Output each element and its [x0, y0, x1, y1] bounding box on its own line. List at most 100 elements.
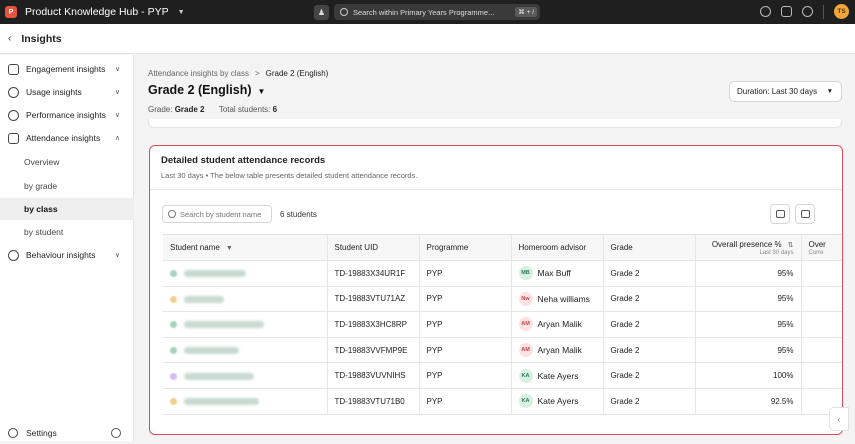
breadcrumb-parent[interactable]: Attendance insights by class	[148, 69, 249, 78]
advisor-cell: MB Max Buff	[510, 260, 603, 287]
column-header-overflow[interactable]: Over Curre	[800, 234, 842, 261]
students-label: Total students:	[218, 105, 271, 114]
info-icon	[8, 86, 19, 98]
app-switcher-chevron-icon[interactable]: ▼	[178, 9, 185, 16]
attendance-table: Student name ▼ Student UID Programme Home…	[163, 234, 842, 415]
student-search-input[interactable]	[180, 209, 266, 219]
advisor-name: Kate Ayers	[537, 396, 579, 407]
user-avatar[interactable]: TS	[834, 4, 849, 19]
chevron-down-icon: ∨	[114, 112, 120, 119]
column-header-programme[interactable]: Programme	[418, 234, 511, 261]
heart-icon	[8, 249, 19, 261]
duration-dropdown[interactable]: Duration: Last 30 days ▼	[729, 81, 842, 102]
column-header-student-uid[interactable]: Student UID	[326, 234, 419, 261]
student-name-cell[interactable]	[163, 260, 327, 287]
sidebar-item-performance[interactable]: Performance insights ∨	[0, 104, 134, 126]
chevron-up-icon: ∧	[114, 135, 120, 142]
header-sublabel: Curre	[808, 249, 824, 256]
programme-cell: PYP	[418, 311, 511, 338]
grade-cell: Grade 2	[602, 311, 695, 338]
advisor-avatar: KA	[518, 368, 533, 383]
bell-icon[interactable]	[802, 6, 813, 17]
table-row[interactable]: TD-19883VTU71B0 PYP KA Kate Ayers Grade 2 92.…	[163, 388, 842, 415]
table-row[interactable]: TD-19883X34UR1F PYP MB Max Buff Grade 2 95%	[163, 260, 842, 287]
insights-header: ‹ Insights	[0, 24, 855, 54]
back-chevron-icon[interactable]: ‹	[8, 33, 11, 44]
student-avatar	[170, 372, 177, 380]
columns-button[interactable]	[795, 204, 815, 224]
presence-cell: 100%	[694, 362, 801, 389]
header-sublabel: Last 30 days	[759, 249, 794, 256]
sidebar-item-attendance[interactable]: Attendance insights ∧	[0, 127, 134, 149]
sidebar-subitem-overview[interactable]: Overview	[0, 151, 134, 173]
table-row[interactable]: TD-19883VUVNIHS PYP KA Kate Ayers Grade 2 100…	[163, 362, 842, 389]
student-avatar	[170, 398, 177, 406]
header-label: Overall presence %	[711, 239, 782, 249]
student-search[interactable]	[162, 205, 272, 223]
sidebar-subitem-by-grade[interactable]: by grade	[0, 175, 134, 197]
student-name-redacted	[184, 295, 224, 303]
student-name-cell[interactable]	[163, 362, 327, 389]
overflow-cell	[800, 337, 842, 364]
column-header-homeroom-advisor[interactable]: Homeroom advisor	[510, 234, 603, 261]
app-title[interactable]: Product Knowledge Hub - PYP	[25, 6, 169, 18]
grade-cell: Grade 2	[602, 337, 695, 364]
grade-label: Grade:	[148, 105, 173, 114]
side-panel-toggle[interactable]: ‹	[829, 407, 849, 431]
table-header-row: Student name ▼ Student UID Programme Home…	[163, 234, 842, 261]
advisor-cell: Nw Neha williams	[510, 286, 603, 313]
student-name-redacted	[184, 346, 239, 354]
student-uid-cell: TD-19883X3HC8RP	[326, 311, 419, 338]
student-uid-cell: TD-19883VVFMP9E	[326, 337, 419, 364]
attendance-icon	[8, 132, 19, 144]
programme-cell: PYP	[418, 362, 511, 389]
sidebar-item-usage[interactable]: Usage insights ∨	[0, 81, 134, 103]
sidebar-subitem-by-class[interactable]: by class	[0, 198, 134, 220]
student-name-cell[interactable]	[163, 388, 327, 415]
table-row[interactable]: TD-19883X3HC8RP PYP AM Aryan Malik Grade 2 95…	[163, 311, 842, 338]
class-meta: Grade: Grade 2 Total students: 6	[148, 105, 277, 114]
search-icon	[340, 8, 348, 16]
global-search-input[interactable]: Search within Primary Years Programme...…	[334, 4, 540, 20]
table-row[interactable]: TD-19883VVFMP9E PYP AM Aryan Malik Grade 2 95…	[163, 337, 842, 364]
app-logo[interactable]: P	[5, 6, 17, 18]
advisor-name: Max Buff	[537, 268, 571, 279]
caret-down-icon: ▼	[826, 88, 833, 95]
sidebar-item-label: Engagement insights	[26, 64, 106, 74]
duration-value: Last 30 days	[771, 87, 818, 96]
calendar-icon[interactable]	[781, 6, 792, 17]
table-row[interactable]: TD-19883VTU71AZ PYP Nw Neha williams Grade 2…	[163, 286, 842, 313]
advisor-cell: AM Aryan Malik	[510, 311, 603, 338]
sidebar-subitem-by-student[interactable]: by student	[0, 221, 134, 243]
grade-cell: Grade 2	[602, 362, 695, 389]
overflow-cell	[800, 286, 842, 313]
export-button[interactable]	[770, 204, 790, 224]
sidebar: Engagement insights ∨ Usage insights ∨ P…	[0, 55, 134, 441]
student-avatar	[170, 295, 177, 303]
presence-cell: 95%	[694, 311, 801, 338]
attendance-records-card: Detailed student attendance records Last…	[149, 145, 843, 435]
sort-icon[interactable]: ⇅	[788, 242, 794, 249]
breadcrumb: Attendance insights by class > Grade 2 (…	[148, 69, 328, 78]
student-name-redacted	[184, 270, 246, 278]
presence-cell: 95%	[694, 337, 801, 364]
logout-icon[interactable]	[111, 428, 121, 438]
student-name-cell[interactable]	[163, 311, 327, 338]
top-bar: P Product Knowledge Hub - PYP ▼ ♟ Search…	[0, 0, 855, 24]
grade-cell: Grade 2	[602, 388, 695, 415]
student-name-cell[interactable]	[163, 337, 327, 364]
bulb-icon[interactable]	[760, 6, 771, 17]
chevron-down-icon: ∨	[114, 89, 120, 96]
sidebar-item-behaviour[interactable]: Behaviour insights ∨	[0, 244, 134, 266]
column-header-student-name[interactable]: Student name ▼	[163, 234, 327, 261]
sidebar-item-engagement[interactable]: Engagement insights ∨	[0, 58, 134, 80]
programme-icon[interactable]: ♟	[314, 4, 329, 20]
student-name-redacted	[184, 372, 254, 380]
student-name-cell[interactable]	[163, 286, 327, 313]
column-header-grade[interactable]: Grade	[602, 234, 695, 261]
column-header-overall-presence[interactable]: Overall presence % ⇅ Last 30 days	[694, 234, 801, 261]
page-title[interactable]: Grade 2 (English) ▼	[148, 83, 265, 97]
overflow-cell	[800, 260, 842, 287]
global-search: ♟ Search within Primary Years Programme.…	[314, 4, 540, 20]
section-title: Insights	[21, 32, 62, 45]
